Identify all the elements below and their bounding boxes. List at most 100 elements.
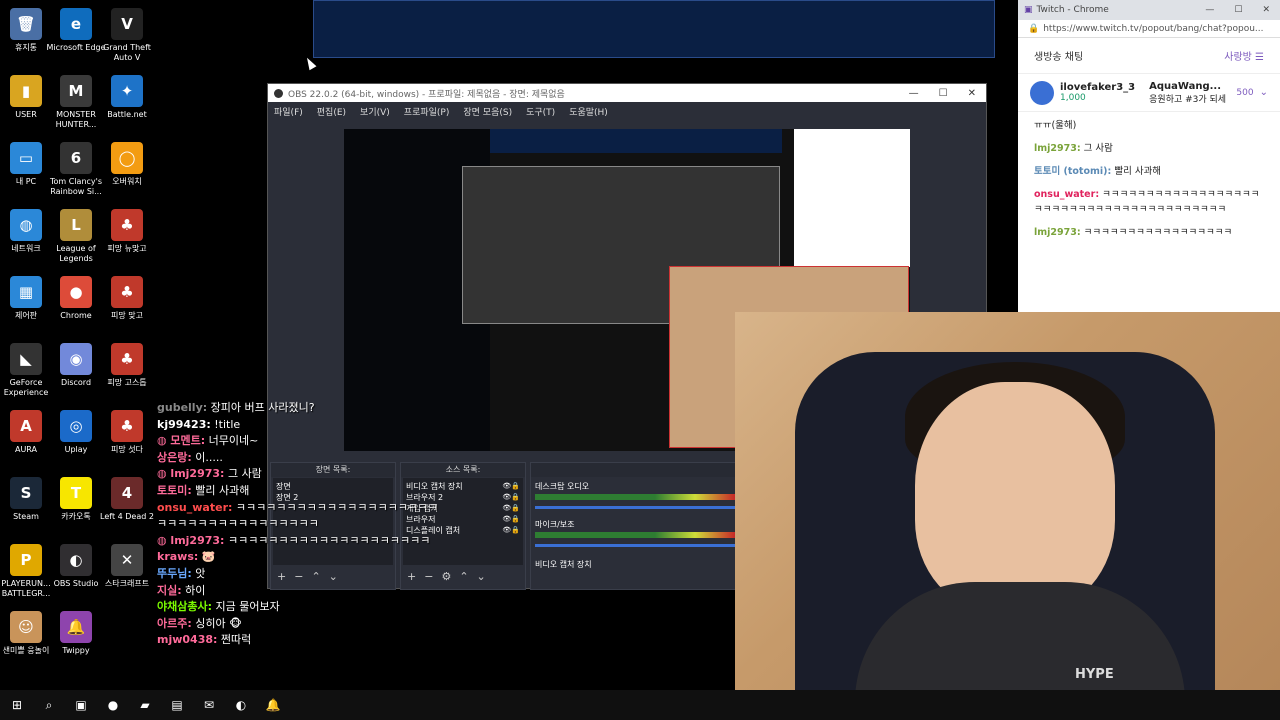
close-icon[interactable]: ✕ (968, 88, 976, 99)
desktop-icon[interactable]: 🗑 휴지통 (0, 4, 52, 68)
desktop-icon[interactable]: S Steam (0, 473, 52, 537)
twippy-icon[interactable]: 🔔 (264, 696, 282, 714)
desktop-icon[interactable]: L League of Legends (50, 205, 102, 269)
menu-item[interactable]: 파일(F) (274, 105, 303, 118)
search-icon[interactable]: ⌕ (40, 696, 58, 714)
app-icon: 6 (60, 142, 92, 174)
twitch-icon: ▣ (1024, 5, 1033, 15)
minimize-icon[interactable]: — (909, 88, 919, 99)
desktop-icon-label: 피망 섯다 (111, 445, 143, 454)
obs-titlebar[interactable]: OBS 22.0.2 (64-bit, windows) - 프로파일: 제목없… (268, 84, 986, 102)
desktop-icon[interactable]: ◉ Discord (50, 339, 102, 403)
chrome-chat-window[interactable]: ▣ Twitch - Chrome — ☐ ✕ 🔒 https://www.tw… (1018, 0, 1280, 312)
store-icon[interactable]: ▤ (168, 696, 186, 714)
chat-room-button[interactable]: 사랑방 ☰ (1224, 48, 1264, 63)
desktop-icon[interactable]: ▦ 제어판 (0, 272, 52, 336)
menu-item[interactable]: 보기(V) (360, 105, 390, 118)
visibility-lock-icon[interactable]: 👁🔒 (502, 525, 520, 536)
desktop-icon[interactable]: M MONSTER HUNTER... (50, 71, 102, 135)
volume-slider[interactable] (535, 544, 735, 547)
desktop-icon[interactable]: ◎ Uplay (50, 406, 102, 470)
taskbar: ⊞ ⌕ ▣ ● ▰ ▤ ✉ ◐ 🔔 (0, 690, 1280, 720)
maximize-icon[interactable]: ☐ (1234, 5, 1242, 15)
app-icon: 🗑 (10, 8, 42, 40)
desktop-icon[interactable]: ◯ 오버워치 (101, 138, 153, 202)
shirt-text: HYPE (1075, 667, 1114, 682)
chat-username[interactable]: lmj2973: (1034, 143, 1081, 154)
explorer-icon[interactable]: ▰ (136, 696, 154, 714)
desktop-icon-label: Twippy (62, 646, 90, 655)
chat-line: 토토미 (totomi): 빨리 사과해 (1034, 164, 1264, 179)
visibility-lock-icon[interactable]: 👁🔒 (502, 503, 520, 514)
desktop-icon[interactable]: ✦ Battle.net (101, 71, 153, 135)
chrome-icon[interactable]: ● (104, 696, 122, 714)
desktop-icon[interactable]: 🔔 Twippy (50, 607, 102, 671)
app-icon: ◍ (10, 209, 42, 241)
app-icon: ◣ (10, 343, 42, 375)
desktop-icon[interactable]: ♣ 피망 맞고 (101, 272, 153, 336)
lock-icon: 🔒 (1028, 23, 1040, 34)
chat-username[interactable]: 토토미 (totomi): (1034, 166, 1111, 177)
chat-username: mjw0438: (157, 633, 218, 647)
obs-icon[interactable]: ◐ (232, 696, 250, 714)
app-icon: ♣ (111, 276, 143, 308)
pinned-points: 1,000 (1060, 93, 1086, 103)
desktop-icon[interactable]: ♣ 피망 뉴맞고 (101, 205, 153, 269)
app-icon: V (111, 8, 143, 40)
mixer-channel-label: 비디오 캡처 장치 (535, 560, 592, 569)
start-icon[interactable]: ⊞ (8, 696, 26, 714)
desktop-icon[interactable]: A AURA (0, 406, 52, 470)
desktop-icon[interactable]: T 카카오톡 (50, 473, 102, 537)
visibility-lock-icon[interactable]: 👁🔒 (502, 481, 520, 492)
chat-message: 빨리 사과해 (191, 483, 250, 497)
app-icon: ● (60, 276, 92, 308)
chat-username: 아르주: (157, 616, 192, 630)
chevron-down-icon[interactable]: ⌄ (1260, 87, 1268, 98)
menu-item[interactable]: 장면 모음(S) (463, 105, 512, 118)
close-icon[interactable]: ✕ (1262, 5, 1270, 15)
pinned-cheers[interactable]: ilovefaker3_3 1,000 AquaWang... 응원하고 #3가… (1018, 74, 1280, 112)
desktop-icon[interactable]: ◣ GeForce Experience (0, 339, 52, 403)
chat-message: 하이 (181, 583, 206, 597)
mixer-channel-label: 데스크탑 오디오 (535, 482, 590, 491)
pinned-message: 응원하고 #3가 되세 (1149, 94, 1227, 105)
taskview-icon[interactable]: ▣ (72, 696, 90, 714)
maximize-icon[interactable]: ☐ (939, 88, 948, 99)
desktop-icon[interactable]: P PLAYERUN... BATTLEGR... (0, 540, 52, 604)
volume-slider[interactable] (535, 506, 735, 509)
desktop-icon[interactable]: ◐ OBS Studio (50, 540, 102, 604)
overlay-chat-line: ◍ lmj2973: 그 사람 (157, 466, 447, 483)
desktop-icon-label: 피망 맞고 (111, 311, 143, 320)
menu-item[interactable]: 도구(T) (526, 105, 555, 118)
desktop-icon[interactable]: V Grand Theft Auto V (101, 4, 153, 68)
desktop-icon[interactable]: ☺ 샌미쁠 웅놀이 (0, 607, 52, 671)
chat-username[interactable]: lmj2973: (1034, 227, 1081, 238)
desktop-icon[interactable]: ● Chrome (50, 272, 102, 336)
obs-title-text: OBS 22.0.2 (64-bit, windows) - 프로파일: 제목없… (288, 89, 565, 100)
desktop-icon[interactable]: 4 Left 4 Dead 2 (100, 473, 154, 537)
app-icon: 4 (111, 477, 143, 509)
chrome-titlebar[interactable]: ▣ Twitch - Chrome — ☐ ✕ (1018, 0, 1280, 20)
overlay-chat-line: ◍ 모멘트: 너무이네~ (157, 433, 447, 450)
mail-icon[interactable]: ✉ (200, 696, 218, 714)
desktop-icon[interactable]: ♣ 피망 섯다 (101, 406, 153, 470)
chat-username[interactable]: onsu_water: (1034, 189, 1099, 200)
overlay-chat-line: 상은랑: 이..... (157, 450, 447, 467)
streamer-face (915, 382, 1115, 612)
minimize-icon[interactable]: — (1205, 5, 1214, 15)
chat-title: 생방송 채팅 (1034, 52, 1084, 63)
menu-item[interactable]: 도움말(H) (569, 105, 608, 118)
menu-item[interactable]: 편집(E) (317, 105, 346, 118)
address-bar[interactable]: 🔒 https://www.twitch.tv/popout/bang/chat… (1018, 20, 1280, 38)
app-icon: ✦ (111, 75, 143, 107)
mixer-channel-label: 마이크/보조 (535, 520, 575, 529)
visibility-lock-icon[interactable]: 👁🔒 (502, 492, 520, 503)
overlay-chat-line: mjw0438: 쩐따럭 (157, 632, 447, 649)
overlay-chat-line: 뚜두님: 앗 (157, 566, 447, 583)
desktop-icon[interactable]: ✕ 스타크래프트 (101, 540, 153, 604)
menu-item[interactable]: 프로파일(P) (404, 105, 450, 118)
desktop-icon[interactable]: 6 Tom Clancy's Rainbow Si... (50, 138, 102, 202)
app-icon: S (10, 477, 42, 509)
visibility-lock-icon[interactable]: 👁🔒 (502, 514, 520, 525)
desktop-icon[interactable]: ♣ 피망 고스톱 (101, 339, 153, 403)
